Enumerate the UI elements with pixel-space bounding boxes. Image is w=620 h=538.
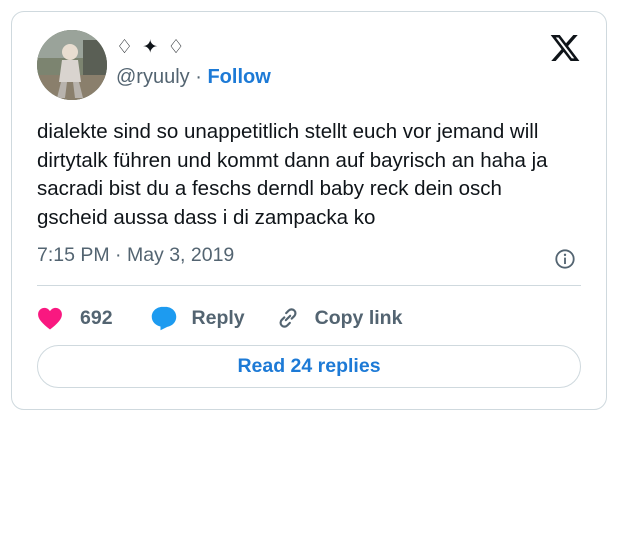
copy-link-button[interactable]: Copy link (275, 305, 403, 331)
tweet-timestamp[interactable]: 7:15 PM · May 3, 2019 (37, 244, 234, 267)
follow-button[interactable]: Follow (207, 66, 270, 88)
like-count: 692 (80, 306, 113, 329)
display-name[interactable]: ♢ ✦ ♢ (116, 36, 187, 59)
reply-bubble-icon (150, 305, 178, 331)
like-button[interactable]: 692 (37, 306, 113, 330)
tweet-text: dialekte sind so unappetitlich stellt eu… (37, 120, 548, 229)
handle-row: @ryuuly · Follow (116, 66, 271, 89)
divider (37, 285, 581, 286)
separator-dot: · (195, 66, 202, 88)
link-icon (275, 305, 301, 331)
reply-label: Reply (191, 306, 245, 329)
read-replies-button[interactable]: Read 24 replies (37, 345, 581, 388)
avatar[interactable] (37, 30, 107, 100)
tweet-actions: 692 Reply Copy link (37, 304, 402, 332)
reply-button[interactable]: Reply (150, 305, 245, 331)
x-logo-icon[interactable] (549, 32, 581, 64)
heart-icon (37, 306, 63, 330)
info-icon[interactable] (554, 248, 576, 270)
embedded-tweet-card: ♢ ✦ ♢ @ryuuly · Follow dialekte sind so … (11, 11, 607, 410)
copy-link-label: Copy link (314, 306, 403, 329)
user-handle[interactable]: @ryuuly (116, 66, 190, 88)
